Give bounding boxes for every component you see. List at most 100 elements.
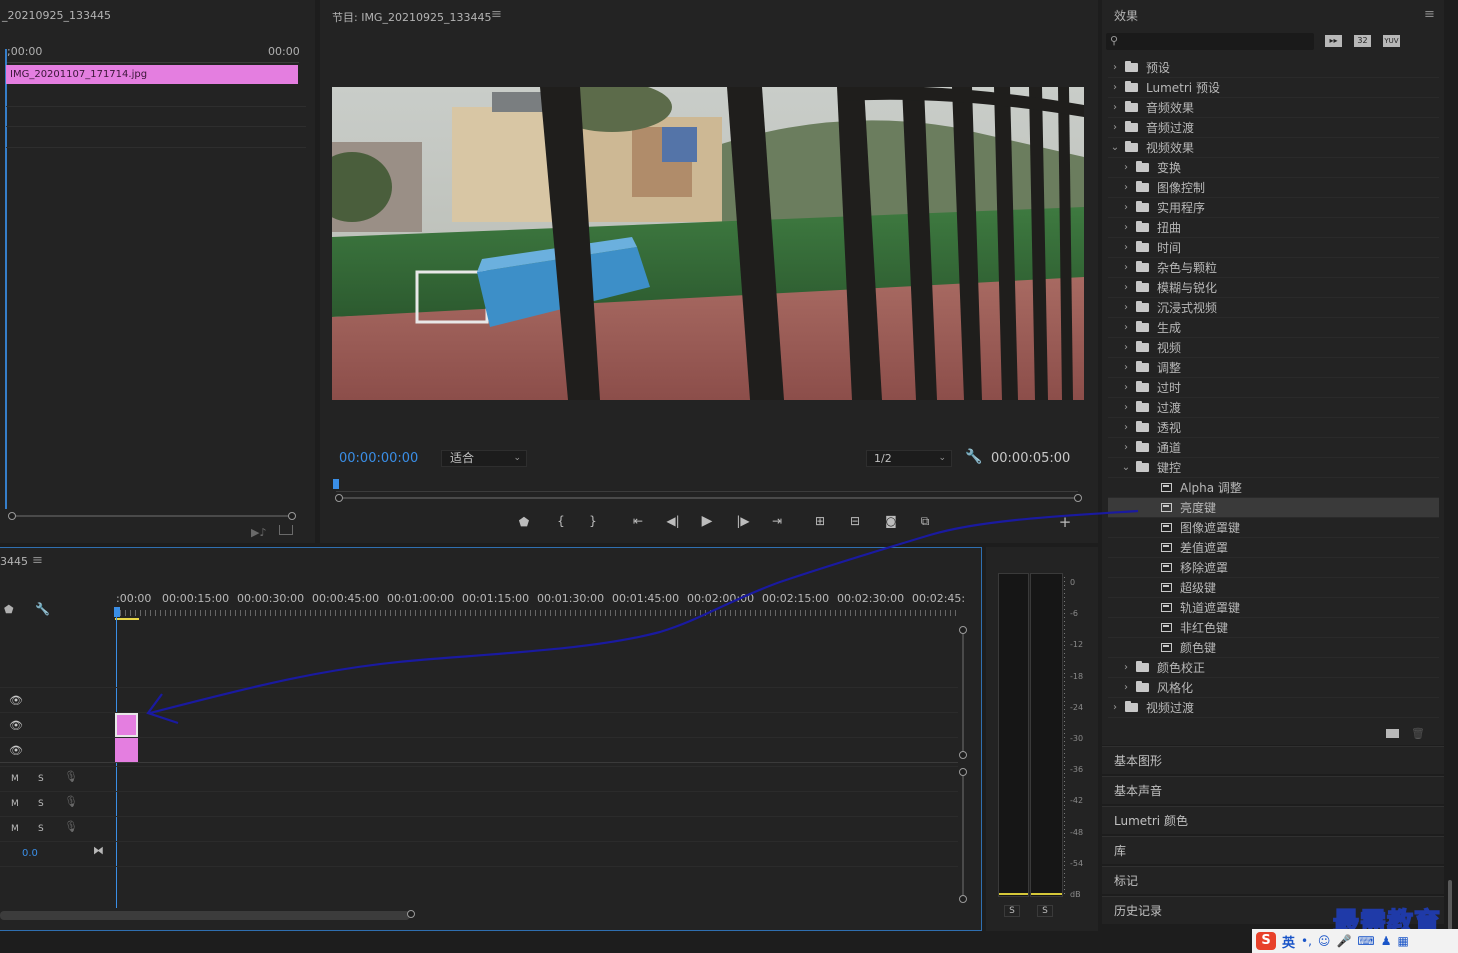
insert-audio-icon[interactable]: ▶♪ (251, 526, 266, 539)
mic-icon[interactable]: 🎙 (64, 820, 78, 833)
effects-tree-item[interactable]: Alpha 调整 (1108, 477, 1439, 497)
effects-tree-item[interactable]: › 扭曲 (1108, 217, 1439, 237)
effects-tree-item[interactable]: › 调整 (1108, 357, 1439, 377)
accelerated-icon[interactable]: ▸▸ (1325, 35, 1342, 47)
chevron-right-icon[interactable]: › (1121, 382, 1131, 393)
wrench-icon[interactable]: 🔧 (35, 602, 50, 616)
emoji-icon[interactable]: ☺ (1318, 934, 1331, 948)
effects-tree-item[interactable]: › 杂色与颗粒 (1108, 257, 1439, 277)
source-playhead[interactable] (5, 49, 7, 509)
effects-tree-item[interactable]: › 沉浸式视频 (1108, 297, 1439, 317)
master-volume-value[interactable]: 0.0 (22, 848, 38, 859)
chevron-right-icon[interactable]: › (1121, 442, 1131, 453)
chevron-right-icon[interactable]: › (1121, 162, 1131, 173)
program-ruler[interactable] (336, 481, 1078, 492)
toolbox-icon[interactable]: ▦ (1397, 934, 1408, 948)
effects-tree-item[interactable]: › 时间 (1108, 237, 1439, 257)
voice-icon[interactable]: 🎤 (1336, 934, 1351, 948)
new-bin-icon[interactable] (1386, 729, 1399, 738)
effects-tree-item[interactable]: › 过时 (1108, 377, 1439, 397)
export-frame-icon[interactable]: ◙ (882, 514, 900, 528)
side-panel-tab[interactable]: 标记 (1102, 866, 1444, 894)
effects-tree-item[interactable]: 图像遮罩键 (1108, 517, 1439, 537)
side-panel-tab[interactable]: 库 (1102, 836, 1444, 864)
master-end-icon[interactable]: ⧓ (93, 844, 104, 857)
effects-tree-item[interactable]: › 模糊与锐化 (1108, 277, 1439, 297)
step-forward-icon[interactable]: |▶ (734, 514, 752, 528)
side-scrollbar[interactable] (1448, 880, 1452, 930)
effects-tree-item[interactable]: › 风格化 (1108, 677, 1439, 697)
effects-tree-item[interactable]: 差值遮罩 (1108, 537, 1439, 557)
v-scroll-handle[interactable] (959, 751, 967, 759)
effects-tree-item[interactable]: 颜色键 (1108, 637, 1439, 657)
effects-tree-item[interactable]: ⌄ 视频效果 (1108, 137, 1439, 157)
skin-icon[interactable]: ♟ (1381, 934, 1392, 948)
chevron-right-icon[interactable]: › (1121, 242, 1131, 253)
chevron-right-icon[interactable]: › (1121, 662, 1131, 673)
effects-tree-item[interactable]: › 过渡 (1108, 397, 1439, 417)
a-scroll-handle[interactable] (959, 768, 967, 776)
effects-tree-item[interactable]: ⌄ 键控 (1108, 457, 1439, 477)
source-scroll-handle-right[interactable] (288, 512, 296, 520)
solo-button[interactable]: S (38, 824, 44, 834)
effects-tree-item[interactable]: › 音频效果 (1108, 97, 1439, 117)
chevron-down-icon[interactable]: ⌄ (1110, 142, 1120, 153)
chevron-right-icon[interactable]: › (1121, 302, 1131, 313)
go-to-in-icon[interactable]: ⇤ (629, 514, 647, 528)
mark-in-icon[interactable]: { (552, 514, 570, 528)
effects-tree-item[interactable]: 移除遮罩 (1108, 557, 1439, 577)
effects-tree-item[interactable]: › 变换 (1108, 157, 1439, 177)
timeline-h-scroll[interactable] (0, 911, 410, 920)
effects-tree-item[interactable]: › 视频过渡 (1108, 697, 1439, 717)
chevron-right-icon[interactable]: › (1121, 282, 1131, 293)
effects-tree-item[interactable]: › 透视 (1108, 417, 1439, 437)
effects-tree-item[interactable]: 超级键 (1108, 577, 1439, 597)
punctuation-icon[interactable]: •, (1301, 934, 1312, 948)
32bit-icon[interactable]: 32 (1354, 35, 1371, 47)
mute-button[interactable]: M (11, 774, 19, 784)
wrench-icon[interactable]: 🔧 (965, 449, 982, 465)
eye-icon[interactable]: 👁 (9, 744, 23, 757)
step-back-icon[interactable]: ◀| (664, 514, 682, 528)
ime-toolbar[interactable]: S 英 •, ☺ 🎤 ⌨ ♟ ▦ (1252, 929, 1458, 953)
source-scrollbar[interactable] (11, 515, 293, 517)
work-area-bar[interactable] (115, 618, 139, 620)
effects-tree-item[interactable]: › 视频 (1108, 337, 1439, 357)
fit-dropdown[interactable]: 适合 ⌄ (441, 450, 527, 467)
chevron-right-icon[interactable]: › (1121, 222, 1131, 233)
chevron-right-icon[interactable]: › (1110, 62, 1120, 73)
add-marker-icon[interactable]: ⬟ (515, 515, 533, 529)
chevron-right-icon[interactable]: › (1121, 402, 1131, 413)
effects-tree-item[interactable]: › 音频过渡 (1108, 117, 1439, 137)
timeline-a-scroll[interactable] (962, 772, 964, 899)
ime-mode[interactable]: 英 (1282, 932, 1295, 951)
chevron-right-icon[interactable]: › (1110, 102, 1120, 113)
chevron-right-icon[interactable]: › (1121, 682, 1131, 693)
resolution-dropdown[interactable]: 1/2 ⌄ (866, 450, 952, 467)
mark-out-icon[interactable]: } (584, 514, 602, 528)
chevron-right-icon[interactable]: › (1110, 82, 1120, 93)
marker-icon[interactable]: ⬟ (4, 603, 14, 616)
mute-button[interactable]: M (11, 799, 19, 809)
solo-button[interactable]: S (38, 774, 44, 784)
program-scroll-handle-right[interactable] (1074, 494, 1082, 502)
effects-menu-icon[interactable]: ≡ (1424, 7, 1435, 22)
a-scroll-handle[interactable] (959, 895, 967, 903)
effects-tree-item[interactable]: 亮度键 (1108, 497, 1439, 517)
chevron-right-icon[interactable]: › (1110, 702, 1120, 713)
chevron-down-icon[interactable]: ⌄ (1121, 462, 1131, 473)
export-icon[interactable] (279, 525, 293, 535)
h-scroll-handle[interactable] (407, 910, 415, 918)
timeline-playhead[interactable] (114, 607, 120, 617)
chevron-right-icon[interactable]: › (1121, 182, 1131, 193)
effects-tree-item[interactable]: 非红色键 (1108, 617, 1439, 637)
chevron-right-icon[interactable]: › (1121, 202, 1131, 213)
solo-button[interactable]: S (38, 799, 44, 809)
chevron-right-icon[interactable]: › (1121, 342, 1131, 353)
effects-tree-item[interactable]: 轨道遮罩键 (1108, 597, 1439, 617)
timeline-clip-v1[interactable] (115, 738, 138, 762)
effects-tree-item[interactable]: › 生成 (1108, 317, 1439, 337)
eye-icon[interactable]: 👁 (9, 694, 23, 707)
source-clip[interactable]: IMG_20201107_171714.jpg (6, 65, 298, 84)
program-scrollbar[interactable] (340, 497, 1078, 499)
